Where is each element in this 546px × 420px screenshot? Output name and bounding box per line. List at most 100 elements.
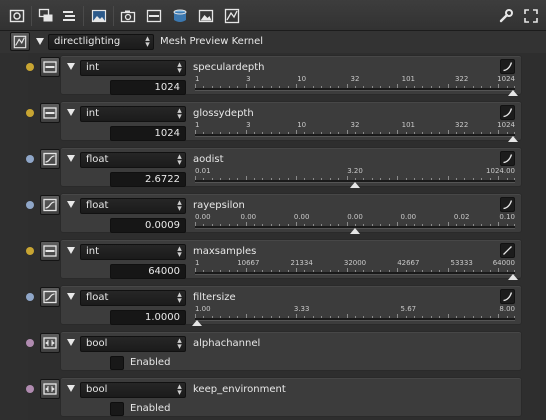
slider-tick-label: 8.00 <box>499 305 515 313</box>
slider-handle[interactable] <box>508 90 518 96</box>
slider-tick-label: 53333 <box>450 259 473 267</box>
bool-icon[interactable] <box>40 379 60 399</box>
connection-port-icon[interactable] <box>26 339 34 347</box>
slider-tick-label: 1024 <box>497 75 515 83</box>
slider-tick-label: 0.00 <box>400 213 417 221</box>
slider-tick-label: 3.20 <box>347 167 363 175</box>
slider-handle[interactable] <box>350 228 360 234</box>
slider-tick-label: 322 <box>454 75 469 83</box>
linear-icon[interactable] <box>500 243 515 258</box>
float-icon[interactable] <box>40 287 60 307</box>
param-slider[interactable]: 1 3 10 32 101 322 1024 <box>195 75 518 97</box>
param-type-dropdown[interactable]: bool ▴ ▾ <box>80 382 186 398</box>
param-slider[interactable]: 0.01 3.20 1024.00 <box>195 167 515 189</box>
slider-tick-label: 32 <box>350 121 360 129</box>
slider-track[interactable] <box>195 134 515 137</box>
param-checkbox[interactable] <box>110 402 124 416</box>
curve-icon[interactable] <box>500 289 515 304</box>
slider-handle[interactable] <box>508 274 518 280</box>
param-checkbox[interactable] <box>110 356 124 370</box>
slider-handle[interactable] <box>192 320 202 326</box>
dropdown-arrows-icon: ▴ ▾ <box>177 106 182 122</box>
param-type-dropdown[interactable]: int ▴ ▾ <box>80 244 186 260</box>
slider-track[interactable] <box>195 272 515 275</box>
param-type-dropdown[interactable]: bool ▴ ▾ <box>80 336 186 352</box>
param-value-field[interactable]: 1024 <box>110 126 186 141</box>
param-value-field[interactable]: 0.0009 <box>110 218 186 233</box>
slider-handle[interactable] <box>350 182 360 188</box>
collapse-arrow-icon[interactable] <box>67 109 75 116</box>
collapse-arrow-icon[interactable] <box>67 293 75 300</box>
param-type-dropdown[interactable]: int ▴ ▾ <box>80 106 186 122</box>
param-value-field[interactable]: 1024 <box>110 80 186 95</box>
connection-port-icon[interactable] <box>26 201 34 209</box>
curve-icon[interactable] <box>500 105 515 120</box>
scrollbar[interactable] <box>524 53 546 420</box>
node-graph-icon[interactable] <box>223 7 241 25</box>
param-type-dropdown[interactable]: int ▴ ▾ <box>80 60 186 76</box>
param-slider[interactable]: 1 10667 21334 32000 42667 53333 64000 <box>195 259 518 281</box>
param-type-value: int <box>86 246 100 257</box>
slider-tick-label: 0.00 <box>195 213 211 221</box>
collapse-arrow-icon[interactable] <box>67 247 75 254</box>
collapse-arrow-icon[interactable] <box>36 38 44 45</box>
slider-tick-label: 32000 <box>343 259 367 267</box>
render-node-icon[interactable] <box>8 7 26 25</box>
fullscreen-icon[interactable] <box>522 7 540 25</box>
float-icon[interactable] <box>40 195 60 215</box>
bool-icon[interactable] <box>40 333 60 353</box>
copy-layers-icon[interactable] <box>37 7 55 25</box>
slider-tick-label: 3 <box>246 121 251 129</box>
node-graph-icon[interactable] <box>10 32 30 51</box>
param-slider[interactable]: 0.00 0.00 0.00 0.00 0.00 0.02 0.10 <box>195 213 515 235</box>
param-value-field[interactable]: 2.6722 <box>110 172 186 187</box>
collapse-arrow-icon[interactable] <box>67 201 75 208</box>
slider-track[interactable] <box>195 88 515 91</box>
connection-port-icon[interactable] <box>26 293 34 301</box>
param-slider[interactable]: 1.00 3.33 5.67 8.00 <box>192 305 515 327</box>
param-checkbox-label: Enabled <box>130 403 171 414</box>
param-row-keep_environment: bool ▴ ▾ keep_environment Enabled <box>60 377 522 417</box>
picture-icon[interactable] <box>197 7 215 25</box>
connection-port-icon[interactable] <box>26 247 34 255</box>
float-icon[interactable] <box>40 149 60 169</box>
int-icon[interactable] <box>40 103 60 123</box>
list-icon[interactable] <box>60 7 78 25</box>
slider-track[interactable] <box>195 318 515 321</box>
wrench-icon[interactable] <box>497 7 515 25</box>
connection-port-icon[interactable] <box>26 109 34 117</box>
slider-tick-label: 1024.00 <box>486 167 515 175</box>
connection-port-icon[interactable] <box>26 155 34 163</box>
collapse-arrow-icon[interactable] <box>67 63 75 70</box>
layers-icon[interactable] <box>171 7 189 25</box>
param-type-dropdown[interactable]: float ▴ ▾ <box>80 152 186 168</box>
slider-tick-label: 0.00 <box>240 213 257 221</box>
param-value-field[interactable]: 64000 <box>110 264 186 279</box>
collapse-arrow-icon[interactable] <box>67 385 75 392</box>
param-type-value: bool <box>86 338 108 349</box>
camera-icon[interactable] <box>119 7 137 25</box>
curve-icon[interactable] <box>500 197 515 212</box>
slider-handle[interactable] <box>508 136 518 142</box>
collapse-arrow-icon[interactable] <box>67 339 75 346</box>
int-icon[interactable] <box>40 241 60 261</box>
param-slider[interactable]: 1 3 10 32 101 322 1024 <box>195 121 518 143</box>
slider-tick-label: 1024 <box>497 121 515 129</box>
curve-icon[interactable] <box>500 59 515 74</box>
image-icon[interactable] <box>90 7 108 25</box>
param-value-field[interactable]: 1.0000 <box>110 310 186 325</box>
connection-port-icon[interactable] <box>26 63 34 71</box>
panel-icon[interactable] <box>145 7 163 25</box>
int-icon[interactable] <box>40 57 60 77</box>
kernel-title: Mesh Preview Kernel <box>160 36 264 47</box>
left-rail <box>0 53 28 420</box>
collapse-arrow-icon[interactable] <box>67 155 75 162</box>
kernel-type-dropdown[interactable]: directlighting ▴ ▾ <box>48 34 154 50</box>
param-type-dropdown[interactable]: float ▴ ▾ <box>80 290 186 306</box>
curve-icon[interactable] <box>500 151 515 166</box>
slider-tick-label: 1 <box>195 259 200 267</box>
slider-tick-label: 21334 <box>290 259 313 267</box>
param-type-dropdown[interactable]: float ▴ ▾ <box>80 198 186 214</box>
param-name: keep_environment <box>193 384 286 395</box>
connection-port-icon[interactable] <box>26 385 34 393</box>
